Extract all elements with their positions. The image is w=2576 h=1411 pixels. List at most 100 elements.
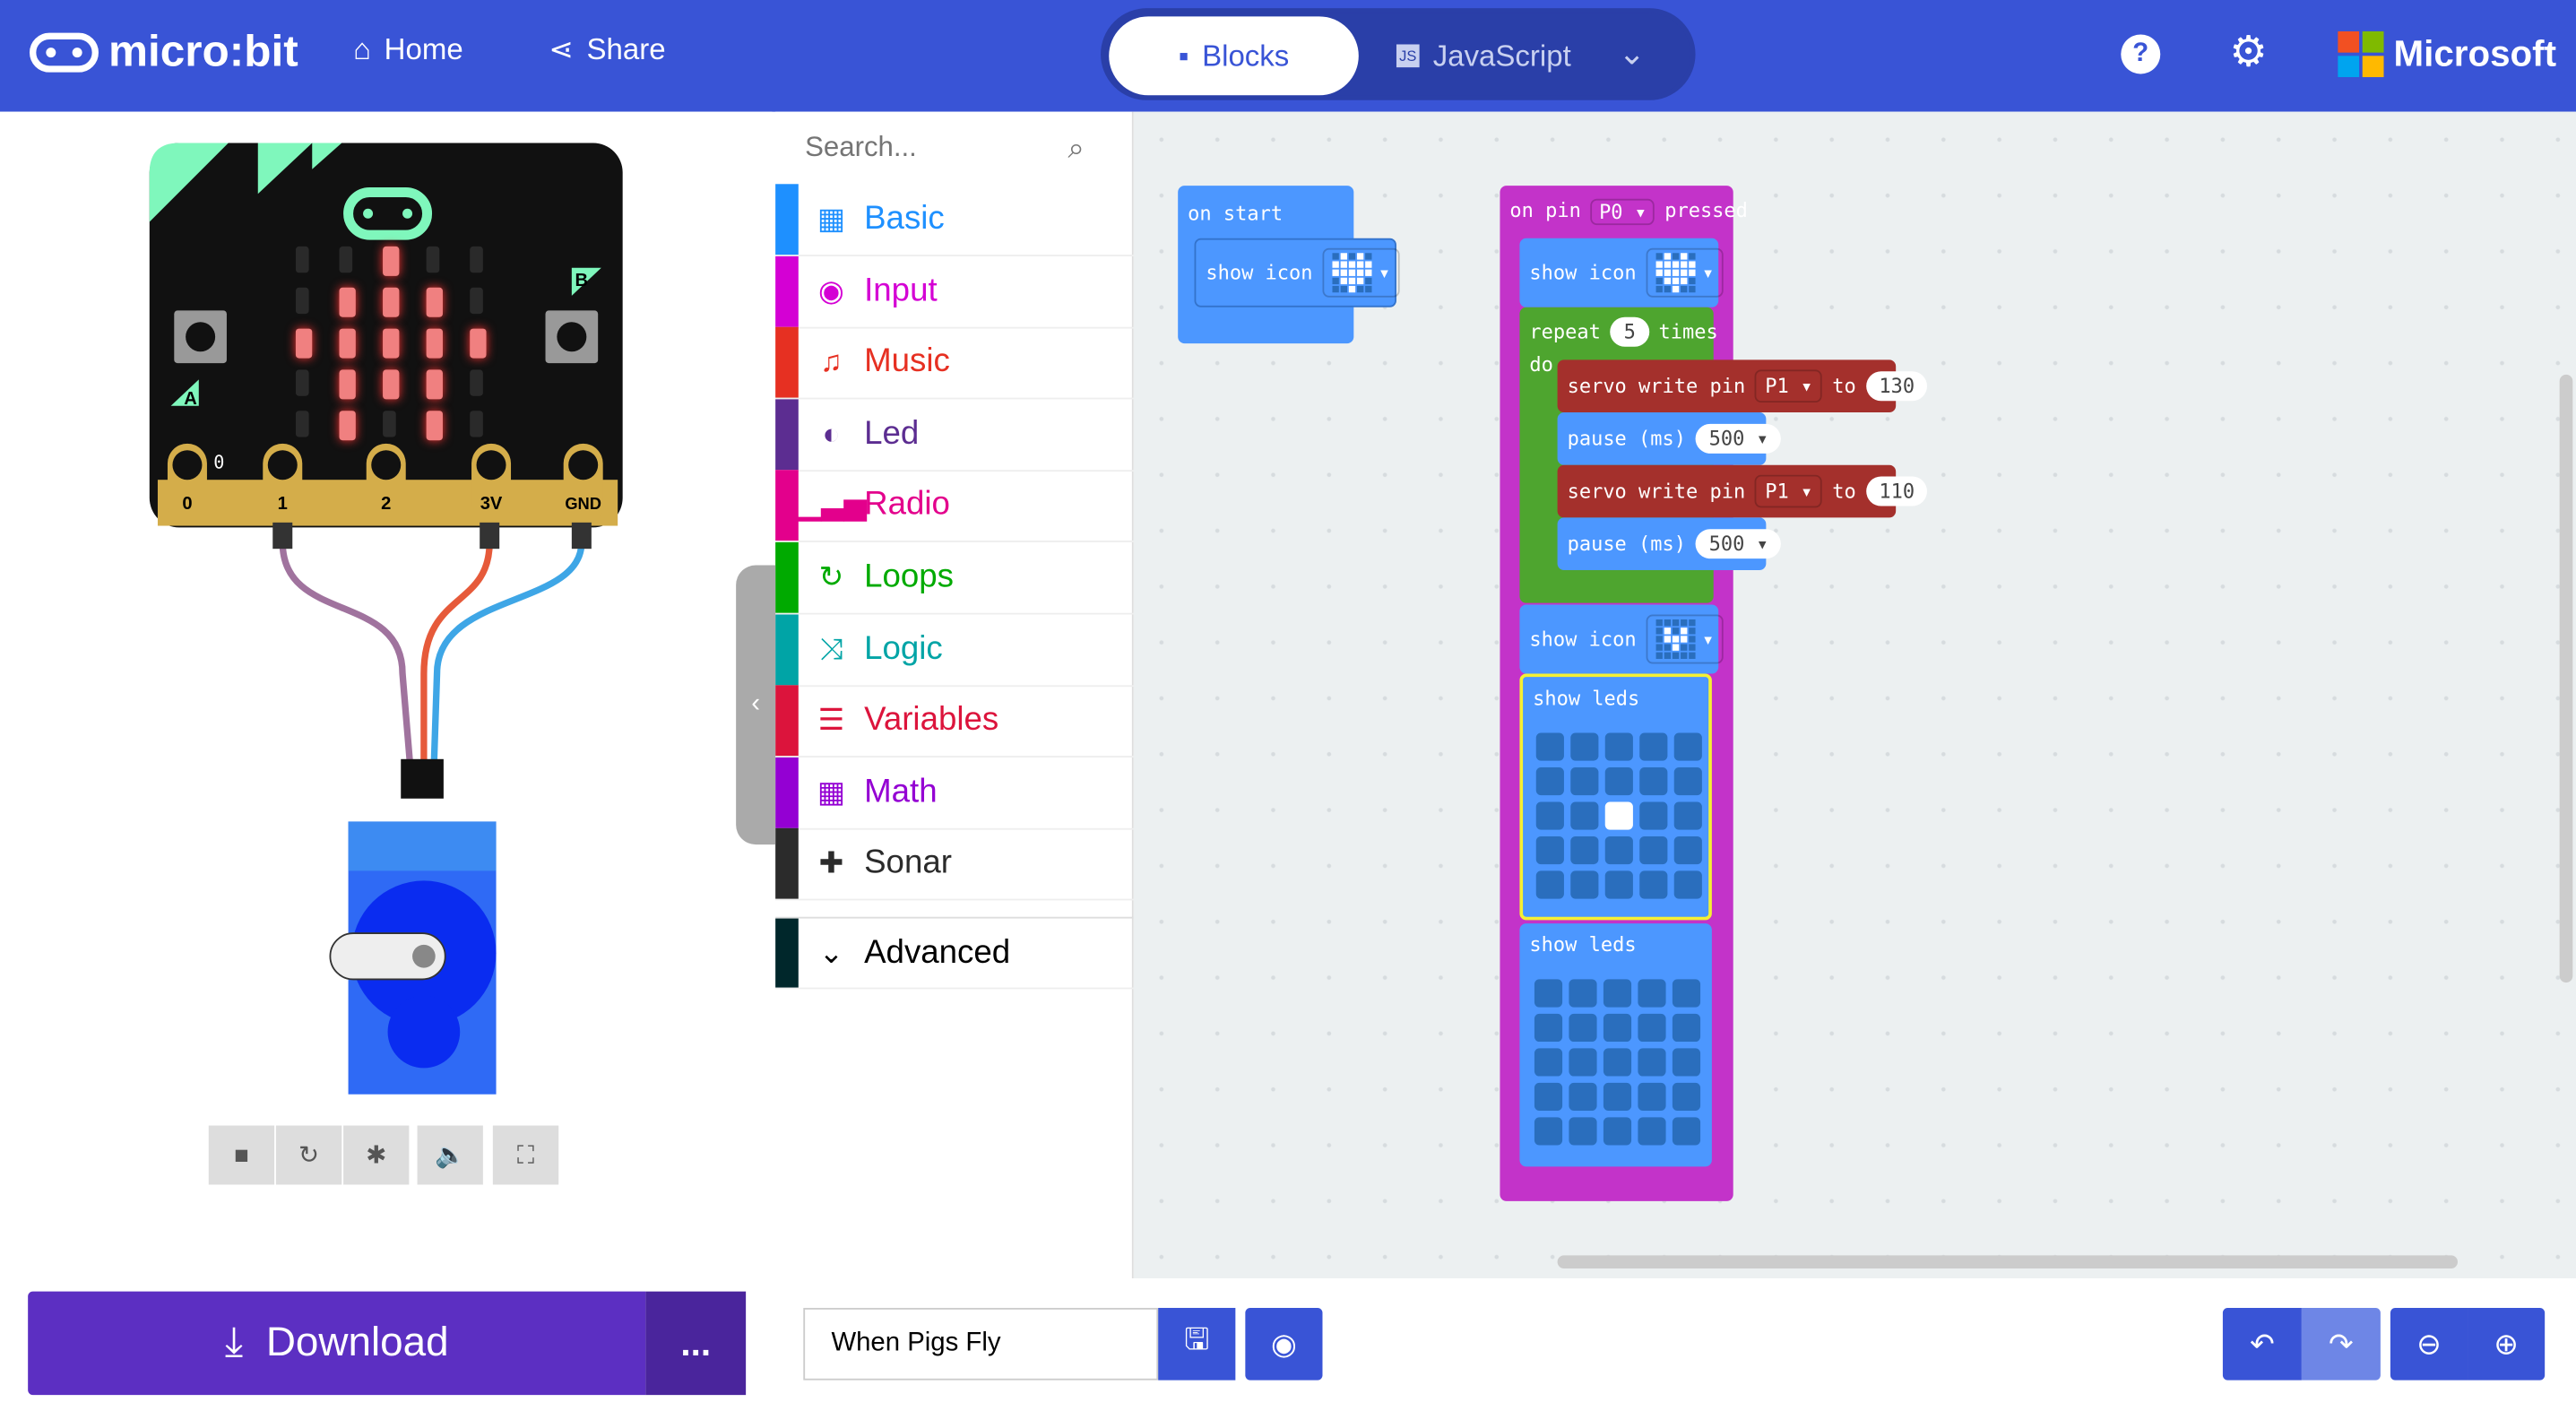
category-color-bar <box>775 918 799 988</box>
servo-label: servo write pin <box>1567 374 1746 398</box>
mute-icon: 🔈 <box>435 1141 466 1171</box>
blocks-workspace[interactable]: on start show icon ▾ on pin P0 ▾ pressed sh… <box>1133 111 2576 1278</box>
toolbox-category-sonar[interactable]: ✚ Sonar <box>775 828 1134 902</box>
vertical-scrollbar[interactable] <box>2559 374 2573 983</box>
pin-label: 3V <box>480 494 503 514</box>
led-grid[interactable] <box>1535 732 1702 899</box>
home-icon: ⌂ <box>353 32 372 66</box>
show-leds-block[interactable]: show leds <box>1519 923 1712 1167</box>
microsoft-logo-icon <box>2338 30 2384 78</box>
toolbox-advanced[interactable]: ⌄ Advanced <box>775 916 1134 990</box>
more-label: ... <box>680 1321 712 1363</box>
pause-block[interactable]: pause (ms) 500 ▾ <box>1557 412 1782 465</box>
pause-value-dropdown[interactable]: 500 ▾ <box>1696 529 1782 559</box>
pin-dropdown[interactable]: P0 ▾ <box>1590 198 1655 226</box>
toolbox-category-math[interactable]: ▦ Math <box>775 757 1134 830</box>
project-name-input[interactable] <box>803 1307 1159 1381</box>
icon-dropdown[interactable]: ▾ <box>1646 614 1725 664</box>
servo-value-input[interactable]: 130 <box>1865 371 1928 402</box>
search-icon[interactable]: ⌕ <box>1068 131 1085 165</box>
undo-button[interactable]: ↶ <box>2222 1307 2302 1381</box>
do-label: do <box>1529 353 1553 377</box>
servo-value-input[interactable]: 110 <box>1865 476 1928 506</box>
led <box>470 411 483 437</box>
simulator[interactable]: A B 0 1 2 3V GND 0 <box>0 112 772 1278</box>
pause-block[interactable]: pause (ms) 500 ▾ <box>1557 517 1782 571</box>
pin-gnd[interactable]: GND <box>563 443 603 526</box>
pin-1[interactable]: 1 <box>263 443 303 526</box>
search-input[interactable] <box>805 131 1068 165</box>
pin-3v[interactable]: 3V <box>471 443 512 526</box>
pin-label: 0 <box>182 494 192 514</box>
github-icon: ◉ <box>1271 1327 1297 1360</box>
footer-bar: ⤓ Download ... 🖫 ◉ ↶ ↷ ⊖ ⊕ <box>0 1277 2576 1411</box>
save-button[interactable]: 🖫 <box>1158 1307 1236 1381</box>
microbit-logo[interactable]: micro:bit <box>29 26 298 77</box>
show-leds-block[interactable]: show leds <box>1519 673 1712 921</box>
pin-0[interactable]: 0 <box>167 443 207 526</box>
stop-button[interactable]: ■ <box>208 1125 275 1185</box>
pin-dropdown[interactable]: P1 ▾ <box>1755 474 1823 508</box>
zoom-out-button[interactable]: ⊖ <box>2390 1307 2468 1381</box>
mute-button[interactable]: 🔈 <box>417 1125 483 1185</box>
debug-button[interactable]: ✱ <box>343 1125 410 1185</box>
simulator-panel: A B 0 1 2 3V GND 0 ■ ↻ ✱ 🔈 ⛶ <box>0 111 773 1278</box>
share-button[interactable]: ⋖ Share <box>549 33 665 67</box>
toolbox-category-logic[interactable]: ⤨ Logic <box>775 613 1134 687</box>
servo-write-block[interactable]: servo write pin P1 ▾ to 110 <box>1557 464 1928 518</box>
category-label: Math <box>864 773 938 810</box>
pin-dropdown[interactable]: P1 ▾ <box>1755 369 1823 403</box>
toolbox-category-loops[interactable]: ↻ Loops <box>775 541 1134 615</box>
pin-2[interactable]: 2 <box>366 443 406 526</box>
pause-label: pause (ms) <box>1567 427 1687 451</box>
tab-javascript[interactable]: JS JavaScript <box>1369 16 1599 95</box>
redo-icon: ↷ <box>2329 1327 2354 1360</box>
toolbox-category-basic[interactable]: ▦ Basic <box>775 184 1134 256</box>
restart-button[interactable]: ↻ <box>275 1125 342 1185</box>
search-box[interactable]: ⌕ <box>775 112 1134 185</box>
pin-label: 2 <box>381 494 391 514</box>
led-grid[interactable] <box>1534 979 1701 1146</box>
debug-icon: ✱ <box>366 1141 387 1171</box>
tab-blocks[interactable]: ▪ Blocks <box>1109 16 1359 96</box>
toolbox-category-input[interactable]: ◉ Input <box>775 255 1134 328</box>
led <box>470 287 483 315</box>
more-button[interactable]: ... <box>645 1291 747 1396</box>
show-icon-block[interactable]: show icon ▾ <box>1194 238 1401 307</box>
toolbox-category-led[interactable]: ◐ Led <box>775 399 1134 472</box>
puzzle-icon: ✚ <box>818 846 844 880</box>
redo-button[interactable]: ↷ <box>2301 1307 2381 1381</box>
led <box>426 328 443 359</box>
servo-write-block[interactable]: servo write pin P1 ▾ to 130 <box>1557 359 1928 413</box>
icon-dropdown[interactable]: ▾ <box>1322 247 1401 298</box>
pin-label: 1 <box>278 494 288 514</box>
category-color-bar <box>775 470 799 541</box>
horizontal-scrollbar[interactable] <box>1557 1255 2459 1268</box>
led <box>383 287 400 317</box>
microsoft-logo[interactable]: Microsoft <box>2338 30 2556 78</box>
home-button[interactable]: ⌂ Home <box>353 33 463 67</box>
download-button[interactable]: ⤓ Download <box>28 1291 646 1396</box>
list-icon: ☰ <box>817 703 845 737</box>
gear-icon[interactable]: ⚙ <box>2229 26 2268 77</box>
pause-value-dropdown[interactable]: 500 ▾ <box>1696 423 1782 454</box>
zoom-in-button[interactable]: ⊕ <box>2468 1307 2546 1381</box>
chevron-down-icon[interactable]: ⌄ <box>1618 33 1646 74</box>
toolbox-category-radio[interactable]: ▁▃▅ Radio <box>775 470 1134 543</box>
toolbox-category-variables[interactable]: ☰ Variables <box>775 685 1134 758</box>
icon-dropdown[interactable]: ▾ <box>1646 247 1725 298</box>
show-icon-label: show icon <box>1529 261 1637 285</box>
fullscreen-button[interactable]: ⛶ <box>492 1125 559 1185</box>
show-icon-block[interactable]: show icon ▾ <box>1519 238 1725 307</box>
advanced-label: Advanced <box>864 934 1011 971</box>
led <box>339 287 356 317</box>
show-icon-block[interactable]: show icon ▾ <box>1519 604 1725 674</box>
category-label: Sonar <box>864 844 952 882</box>
repeat-count-input[interactable]: 5 <box>1610 316 1649 347</box>
github-button[interactable]: ◉ <box>1245 1307 1323 1381</box>
times-label: times <box>1658 320 1718 344</box>
category-label: Basic <box>864 200 945 237</box>
collapse-simulator-button[interactable]: ‹ <box>736 565 776 845</box>
help-icon[interactable]: ? <box>2121 34 2161 74</box>
toolbox-category-music[interactable]: ♫ Music <box>775 327 1134 400</box>
